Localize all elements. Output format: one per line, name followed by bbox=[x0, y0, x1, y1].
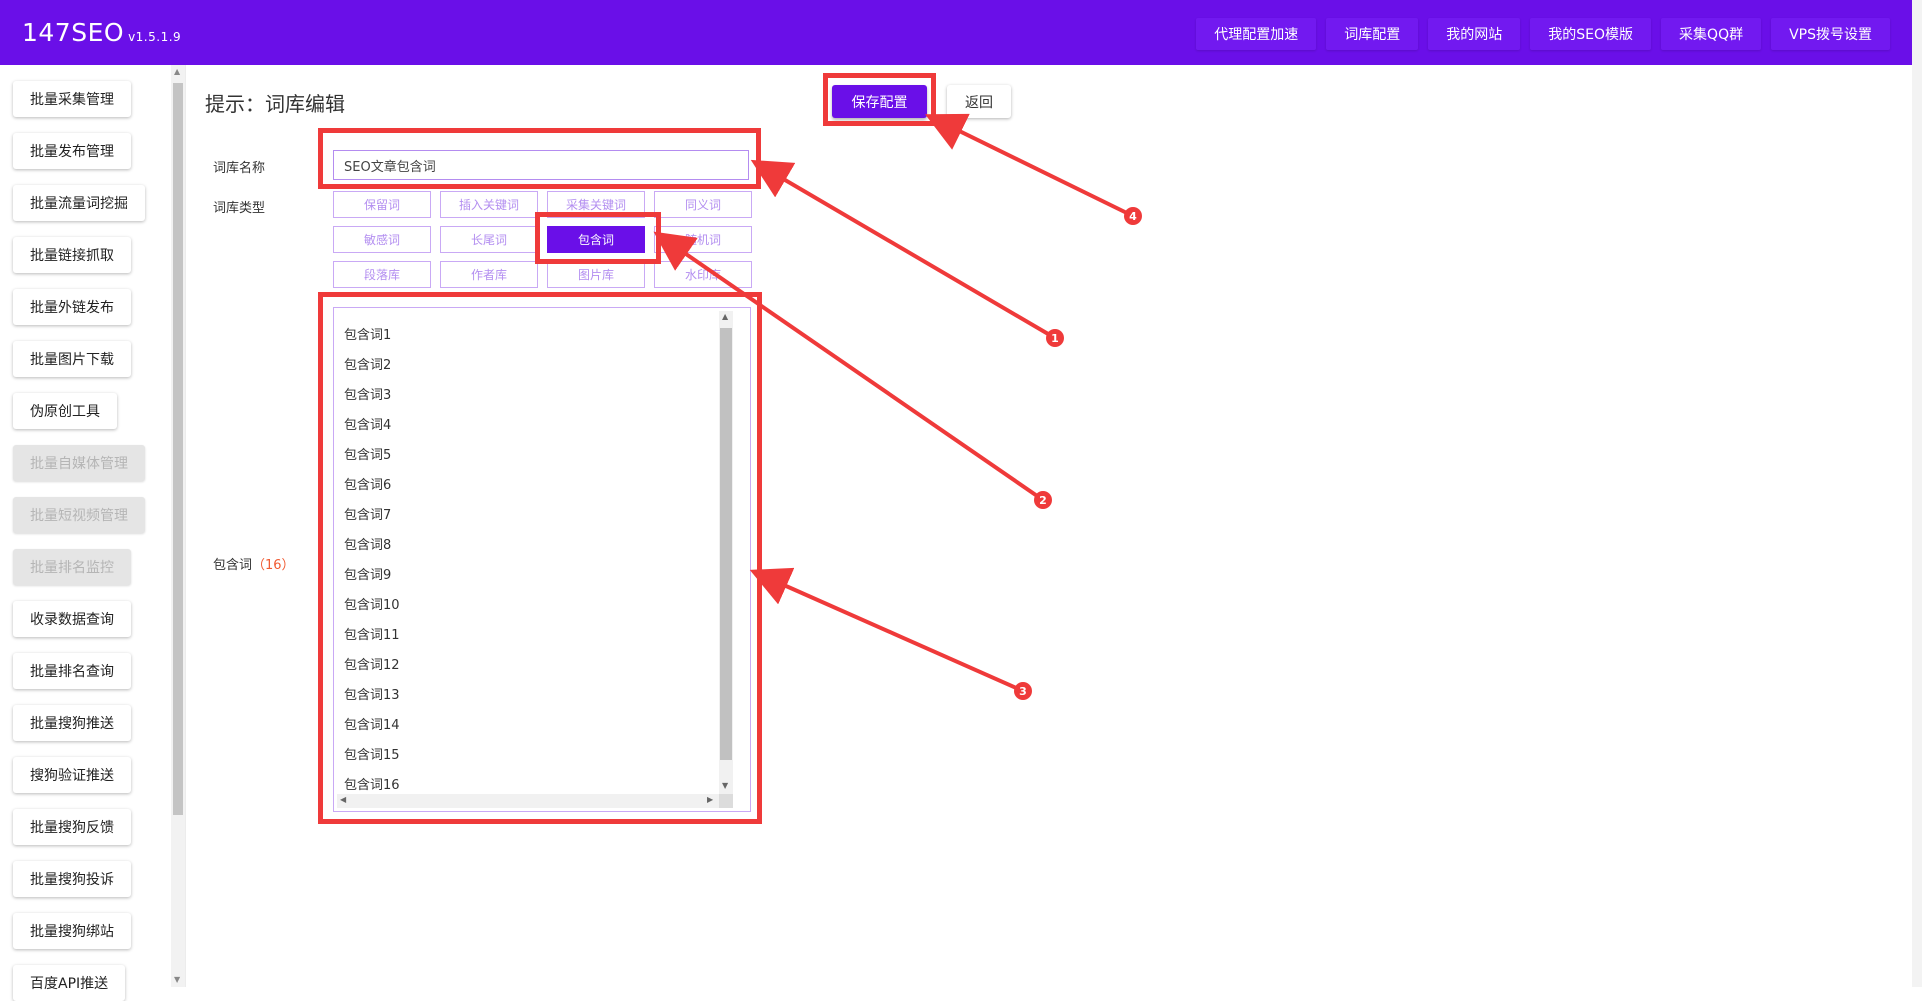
arrow-3 bbox=[749, 567, 1024, 693]
annotation-marker-3: 3 bbox=[1014, 682, 1032, 700]
annotation-marker-2: 2 bbox=[1034, 491, 1052, 509]
annotation-marker-4: 4 bbox=[1124, 207, 1142, 225]
arrow-1 bbox=[750, 159, 1057, 340]
annotation-marker-1: 1 bbox=[1046, 329, 1064, 347]
annotation-arrows bbox=[653, 113, 1134, 693]
arrow-2 bbox=[653, 231, 1045, 502]
arrow-4 bbox=[925, 113, 1134, 218]
